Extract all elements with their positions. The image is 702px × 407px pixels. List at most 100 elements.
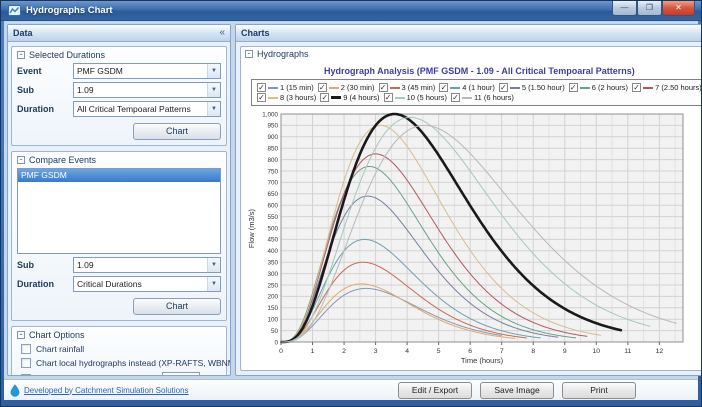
svg-text:3: 3	[374, 348, 378, 355]
compare-duration-select[interactable]: Critical Durations ▼	[73, 276, 221, 292]
legend-checkbox[interactable]: ✓	[379, 83, 388, 92]
event-select[interactable]: PMF GSDM ▼	[73, 63, 221, 79]
water-drop-icon	[10, 384, 20, 397]
compare-events-list[interactable]: PMF GSDM	[17, 168, 221, 254]
legend-item[interactable]: ✓ 6 (2 hours)	[569, 83, 628, 92]
legend-item[interactable]: ✓7 (2.50 hours)	[632, 83, 702, 92]
legend-label: 2 (30 min)	[341, 83, 375, 92]
peak-minutes-input[interactable]	[162, 372, 200, 375]
svg-text:750: 750	[267, 168, 278, 175]
window-title: Hydrographs Chart	[26, 5, 113, 16]
legend-checkbox[interactable]: ✓	[320, 93, 329, 102]
maximize-button[interactable]: ❐	[637, 1, 662, 16]
svg-text:12: 12	[656, 348, 664, 355]
legend-checkbox[interactable]: ✓	[451, 93, 460, 102]
collapse-box-icon[interactable]	[17, 156, 25, 164]
legend-checkbox[interactable]: ✓	[257, 83, 266, 92]
collapse-box-icon[interactable]	[17, 51, 25, 59]
chart-options-title: Chart Options	[29, 330, 85, 340]
svg-text:900: 900	[267, 134, 278, 141]
svg-text:4: 4	[405, 348, 409, 355]
svg-text:9: 9	[563, 348, 567, 355]
chart-local-hydrographs-checkbox[interactable]	[21, 358, 31, 368]
developer-link[interactable]: Developed by Catchment Simulation Soluti…	[24, 386, 189, 395]
legend-item[interactable]: ✓9 (4 hours)	[320, 93, 379, 102]
close-button[interactable]: ✕	[662, 1, 695, 16]
svg-text:100: 100	[267, 317, 278, 324]
legend-checkbox[interactable]: ✓	[632, 83, 641, 92]
app-icon	[8, 4, 21, 17]
svg-text:300: 300	[267, 271, 278, 278]
compare-chart-button[interactable]: Chart	[133, 298, 221, 315]
sub-value: 1.09	[74, 85, 207, 95]
legend-item[interactable]: ✓1 (15 min)	[257, 83, 314, 92]
compare-sub-select[interactable]: 1.09 ▼	[73, 257, 221, 273]
legend-checkbox[interactable]: ✓	[499, 83, 508, 92]
svg-text:10: 10	[593, 348, 601, 355]
event-label: Event	[17, 66, 73, 76]
legend-line-sample	[395, 97, 405, 99]
legend-line-sample	[268, 87, 278, 89]
legend-item[interactable]: ✓10 (5 hours)	[384, 93, 447, 102]
svg-text:6: 6	[468, 348, 472, 355]
svg-text:200: 200	[267, 294, 278, 301]
svg-text:600: 600	[267, 203, 278, 210]
legend-item[interactable]: ✓ 5 (1.50 hour)	[499, 83, 565, 92]
chart-button[interactable]: Chart	[133, 123, 221, 140]
charts-panel-body: Hydrographs Hydrograph Analysis (PMF GSD…	[236, 42, 702, 375]
svg-text:150: 150	[267, 305, 278, 312]
legend-checkbox[interactable]: ✓	[569, 83, 578, 92]
selected-durations-group: Selected Durations Event PMF GSDM ▼ Sub …	[11, 46, 227, 146]
hydrograph-plot: 0501001502002503003504004505005506006507…	[257, 109, 689, 367]
legend-line-sample	[450, 87, 460, 89]
collapse-box-icon[interactable]	[17, 331, 25, 339]
legend-line-sample	[329, 87, 339, 89]
selected-durations-caption[interactable]: Selected Durations	[17, 50, 221, 60]
edit-export-button[interactable]: Edit / Export	[398, 382, 472, 399]
charts-panel-title: Charts	[241, 28, 270, 38]
peak-volume-checkbox[interactable]	[21, 374, 31, 375]
title-bar[interactable]: Hydrographs Chart — ❐ ✕	[1, 1, 701, 21]
duration-value: All Critical Tempoaral Patterns	[74, 104, 207, 114]
legend-label: 6 (2 hours)	[592, 83, 628, 92]
chart-options-caption[interactable]: Chart Options	[17, 330, 221, 340]
compare-events-title: Compare Events	[29, 155, 96, 165]
app-window: Hydrographs Chart — ❐ ✕ Data « Selected …	[0, 0, 702, 407]
compare-events-item[interactable]: PMF GSDM	[18, 169, 220, 182]
collapse-box-icon[interactable]	[245, 50, 253, 58]
legend-label: 5 (1.50 hour)	[522, 83, 565, 92]
svg-text:250: 250	[267, 282, 278, 289]
data-panel-header: Data «	[8, 25, 230, 42]
collapse-panel-icon[interactable]: «	[219, 28, 225, 38]
event-value: PMF GSDM	[74, 66, 207, 76]
chart-title: Hydrograph Analysis (PMF GSDM - 1.09 - A…	[245, 66, 702, 76]
minimize-button[interactable]: —	[612, 1, 637, 16]
legend-item[interactable]: ✓ 8 (3 hours)	[257, 93, 316, 102]
legend-checkbox[interactable]: ✓	[439, 83, 448, 92]
data-panel-body: Selected Durations Event PMF GSDM ▼ Sub …	[8, 42, 230, 375]
compare-events-group: Compare Events PMF GSDM Sub 1.09 ▼ Durat…	[11, 151, 227, 321]
legend-checkbox[interactable]: ✓	[318, 83, 327, 92]
save-image-button[interactable]: Save Image	[480, 382, 554, 399]
legend-item[interactable]: ✓ 3 (45 min)	[379, 83, 436, 92]
svg-text:850: 850	[267, 146, 278, 153]
sub-select[interactable]: 1.09 ▼	[73, 82, 221, 98]
svg-text:0: 0	[279, 348, 283, 355]
duration-select[interactable]: All Critical Tempoaral Patterns ▼	[73, 101, 221, 117]
compare-events-caption[interactable]: Compare Events	[17, 155, 221, 165]
legend-item[interactable]: ✓ 2 (30 min)	[318, 83, 375, 92]
legend-label: 3 (45 min)	[402, 83, 436, 92]
y-axis-label: Flow (m3/s)	[245, 109, 257, 349]
legend-checkbox[interactable]: ✓	[384, 93, 393, 102]
legend-checkbox[interactable]: ✓	[257, 93, 266, 102]
legend-item[interactable]: ✓4 (1 hour)	[439, 83, 495, 92]
legend-line-sample	[331, 96, 341, 99]
hydrographs-caption[interactable]: Hydrographs	[245, 49, 702, 59]
svg-text:1,000: 1,000	[262, 111, 278, 118]
legend-label: 8 (3 hours)	[280, 93, 316, 102]
legend-item[interactable]: ✓11 (6 hours)	[451, 93, 514, 102]
peak-volume-label: Include peak volume over X min	[36, 374, 157, 375]
chevron-down-icon: ▼	[207, 83, 220, 97]
chart-rainfall-checkbox[interactable]	[21, 344, 31, 354]
print-button[interactable]: Print	[562, 382, 636, 399]
